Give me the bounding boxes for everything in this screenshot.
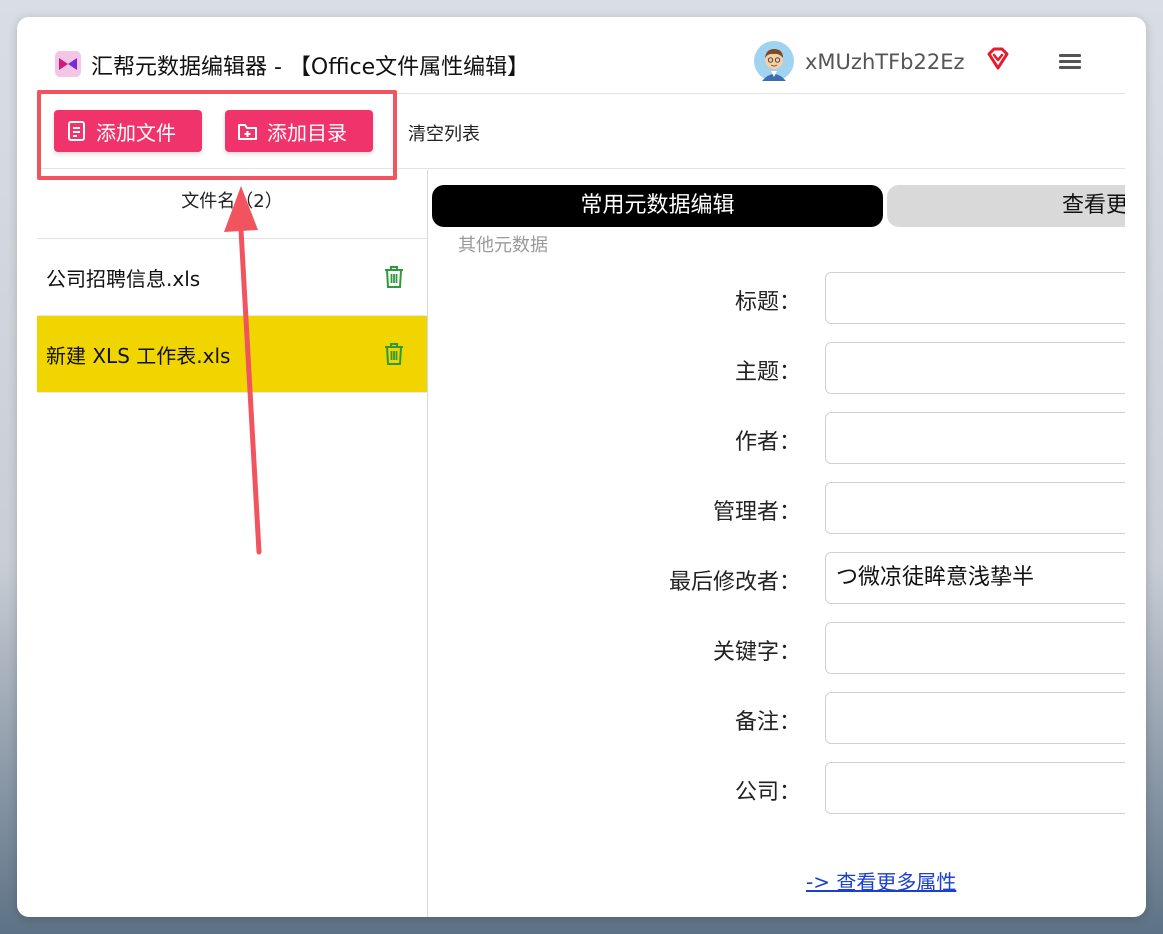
file-list-pane: 文件名（2） 公司招聘信息.xls 新建 XLS 工作表.xls bbox=[37, 170, 428, 917]
file-list-header: 文件名（2） bbox=[37, 170, 427, 239]
last-modified-by-field[interactable]: つ微凉徒眸意浅挚半 bbox=[825, 552, 1125, 604]
add-file-button[interactable]: 添加文件 bbox=[54, 110, 202, 152]
trash-icon[interactable] bbox=[383, 265, 405, 289]
tab-other-metadata[interactable]: 其他元数据 bbox=[458, 231, 548, 257]
author-label: 作者： bbox=[734, 430, 801, 455]
file-list-item[interactable]: 公司招聘信息.xls bbox=[37, 239, 427, 316]
title-label: 标题： bbox=[734, 290, 801, 315]
toolbar: 添加文件 添加目录 清空列表 bbox=[37, 94, 1125, 169]
add-folder-icon bbox=[238, 124, 257, 140]
add-file-icon bbox=[68, 121, 85, 141]
title-field[interactable] bbox=[825, 272, 1125, 324]
app-logo-icon bbox=[55, 51, 81, 77]
trash-icon[interactable] bbox=[383, 342, 405, 366]
file-list-item-selected[interactable]: 新建 XLS 工作表.xls bbox=[37, 316, 427, 393]
file-name: 新建 XLS 工作表.xls bbox=[46, 343, 231, 368]
add-directory-label: 添加目录 bbox=[267, 120, 347, 145]
author-field[interactable] bbox=[825, 412, 1125, 464]
last-modified-by-label: 最后修改者： bbox=[668, 570, 801, 595]
keywords-label: 关键字： bbox=[712, 640, 801, 665]
add-file-label: 添加文件 bbox=[96, 120, 176, 145]
add-directory-button[interactable]: 添加目录 bbox=[225, 110, 373, 152]
hamburger-menu-icon[interactable] bbox=[1059, 51, 1081, 73]
clear-list-button[interactable]: 清空列表 bbox=[408, 120, 480, 146]
view-more-properties-link[interactable]: -> 查看更多属性 bbox=[806, 866, 956, 895]
company-field[interactable] bbox=[825, 762, 1125, 814]
manager-label: 管理者： bbox=[712, 500, 801, 525]
company-label: 公司： bbox=[734, 780, 801, 805]
file-name: 公司招聘信息.xls bbox=[46, 266, 201, 291]
user-avatar[interactable] bbox=[754, 41, 794, 81]
keywords-field[interactable] bbox=[825, 622, 1125, 674]
title-bar: 汇帮元数据编辑器 - 【Office文件属性编辑】 xMUzhTFb22Ez bbox=[37, 35, 1125, 94]
metadata-pane: 常用元数据编辑 查看更 其他元数据 标题： 主题： 作者： 管理者： 最后修改者… bbox=[429, 170, 1125, 917]
subject-label: 主题： bbox=[734, 360, 801, 385]
tab-view-more[interactable]: 查看更 bbox=[887, 185, 1125, 227]
vip-diamond-icon[interactable] bbox=[984, 45, 1012, 73]
app-window: 汇帮元数据编辑器 - 【Office文件属性编辑】 xMUzhTFb22Ez 添… bbox=[17, 17, 1146, 917]
manager-field[interactable] bbox=[825, 482, 1125, 534]
tab-common-metadata[interactable]: 常用元数据编辑 bbox=[432, 185, 883, 227]
comments-label: 备注： bbox=[734, 710, 801, 735]
subject-field[interactable] bbox=[825, 342, 1125, 394]
app-title: 汇帮元数据编辑器 - 【Office文件属性编辑】 bbox=[91, 55, 530, 80]
comments-field[interactable] bbox=[825, 692, 1125, 744]
username[interactable]: xMUzhTFb22Ez bbox=[805, 50, 965, 74]
